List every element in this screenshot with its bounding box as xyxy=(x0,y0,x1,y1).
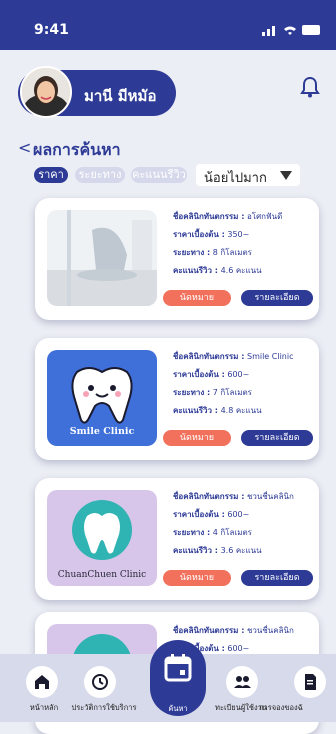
home-icon xyxy=(26,666,58,698)
filter-chip-distance[interactable]: ระยะทาง xyxy=(75,167,125,183)
page-title: ผลการค้นหา xyxy=(33,140,121,159)
document-icon xyxy=(294,666,326,698)
rating-label: คะแนนรีวิว : xyxy=(173,266,219,275)
clinic-image: ChuanChuen Clinic xyxy=(47,490,157,586)
filter-chip-price[interactable]: ราคา xyxy=(34,167,68,183)
users-icon xyxy=(226,666,258,698)
clinic-name: ชวนชื่นคลินิก xyxy=(246,626,294,635)
status-time: 9:41 xyxy=(34,22,69,38)
nav-label-history: ประวัติการใช้บริการ xyxy=(71,703,137,712)
clinic-image-label: Smile Clinic xyxy=(69,426,135,437)
back-button[interactable]: < xyxy=(18,138,31,157)
clinic-name-label: ชื่อคลินิกทันตกรรม : xyxy=(173,212,245,221)
clinic-card[interactable]: ชื่อคลินิกทันตกรรม : อโศกฟันดี ราคาเบื้อ… xyxy=(35,198,319,320)
clinic-image xyxy=(47,210,157,306)
rating-label: คะแนนรีวิว : xyxy=(173,406,219,415)
clinic-name: Smile Clinic xyxy=(246,352,294,361)
sort-dropdown[interactable]: น้อยไปมาก xyxy=(196,164,300,186)
status-icons xyxy=(262,25,320,36)
clinic-name-label: ชื่อคลินิกทันตกรรม : xyxy=(173,626,245,635)
avatar[interactable] xyxy=(20,66,72,118)
clinic-price: 600~ xyxy=(227,644,250,653)
distance-label: ระยะทาง : xyxy=(173,248,211,257)
nav-item-history[interactable]: ประวัติการใช้บริการ xyxy=(64,654,144,722)
nav-item-bookings[interactable]: การจองของฉั xyxy=(259,654,336,722)
distance-label: ระยะทาง : xyxy=(173,388,211,397)
rating-label: คะแนนรีวิว : xyxy=(173,546,219,555)
clinic-name-label: ชื่อคลินิกทันตกรรม : xyxy=(173,492,245,501)
clinic-rating: 4.8 คะแนน xyxy=(220,406,262,415)
status-bar: 9:41 xyxy=(0,0,336,50)
clinic-card[interactable]: ChuanChuen Clinic ชื่อคลินิกทันตกรรม : ช… xyxy=(35,478,319,600)
calendar-icon xyxy=(164,654,192,682)
clinic-distance: 7 กิโลเมตร xyxy=(212,388,252,397)
bell-icon[interactable] xyxy=(300,76,320,98)
clinic-price: 350~ xyxy=(227,230,250,239)
clinic-rating: 4.6 คะแนน xyxy=(220,266,262,275)
distance-label: ระยะทาง : xyxy=(173,528,211,537)
details-button[interactable]: รายละเอียด xyxy=(241,290,313,306)
clinic-distance: 4 กิโลเมตร xyxy=(212,528,252,537)
clinic-name: ชวนชื่นคลินิก xyxy=(246,492,294,501)
details-button[interactable]: รายละเอียด xyxy=(241,430,313,446)
price-label: ราคาเบื้องต้น : xyxy=(173,370,225,379)
clinic-card[interactable]: Smile Clinic ชื่อคลินิกทันตกรรม : Smile … xyxy=(35,338,319,460)
chevron-down-icon xyxy=(280,171,292,180)
clinic-info: ชื่อคลินิกทันตกรรม : อโศกฟันดี ราคาเบื้อ… xyxy=(173,208,319,280)
appointment-button[interactable]: นัดหมาย xyxy=(163,430,231,446)
price-label: ราคาเบื้องต้น : xyxy=(173,510,225,519)
sort-value: น้อยไปมาก xyxy=(204,171,267,186)
clinic-price: 600~ xyxy=(227,510,250,519)
clinic-name: อโศกฟันดี xyxy=(246,212,283,221)
clinic-image: Smile Clinic xyxy=(47,350,157,446)
filter-chip-rating[interactable]: คะแนนรีวิว xyxy=(131,167,187,183)
clinic-distance: 8 กิโลเมตร xyxy=(212,248,252,257)
appointment-button[interactable]: นัดหมาย xyxy=(163,570,231,586)
clinic-rating: 3.6 คะแนน xyxy=(220,546,262,555)
clinic-price: 600~ xyxy=(227,370,250,379)
nav-label-search: ค้นหา xyxy=(168,704,188,713)
appointment-button[interactable]: นัดหมาย xyxy=(163,290,231,306)
clinic-info: ชื่อคลินิกทันตกรรม : Smile Clinic ราคาเบ… xyxy=(173,348,319,420)
clinic-name-label: ชื่อคลินิกทันตกรรม : xyxy=(173,352,245,361)
details-button[interactable]: รายละเอียด xyxy=(241,570,313,586)
clinic-image-label: ChuanChuen Clinic xyxy=(57,570,147,580)
price-label: ราคาเบื้องต้น : xyxy=(173,230,225,239)
clinic-info: ชื่อคลินิกทันตกรรม : ชวนชื่นคลินิก ราคาเ… xyxy=(173,488,319,560)
user-name: มานี มีหมัอ xyxy=(84,87,157,105)
nav-label-bookings: การจองของฉั xyxy=(259,703,303,712)
history-icon xyxy=(84,666,116,698)
